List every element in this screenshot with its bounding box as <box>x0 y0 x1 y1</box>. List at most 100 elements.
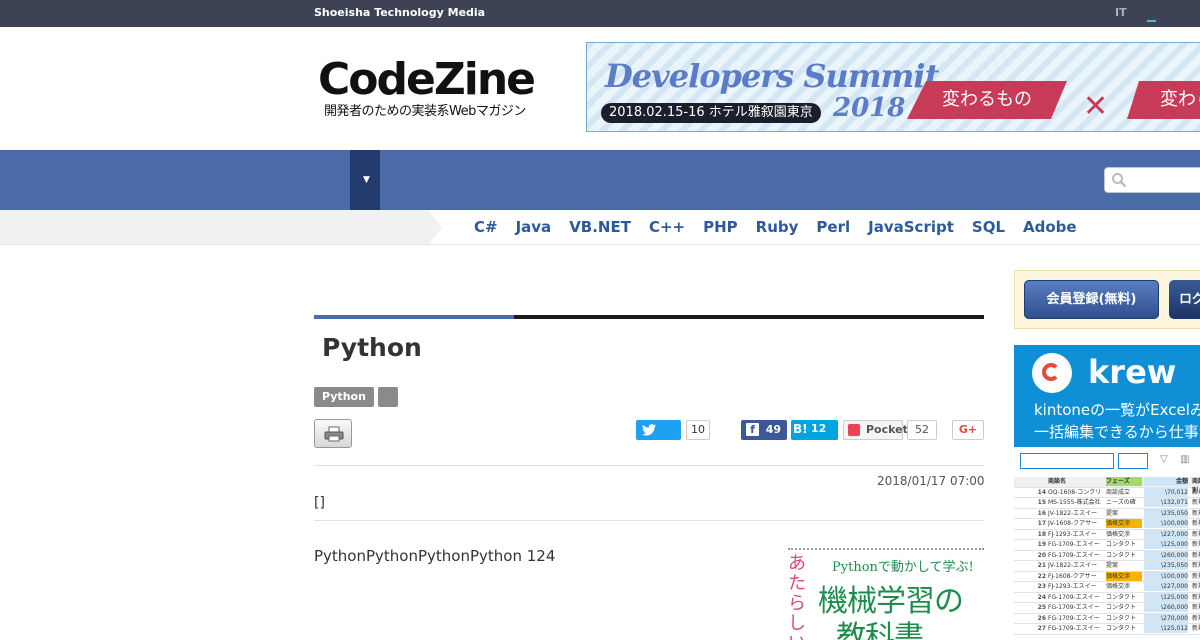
sheet-cell: 26 <box>1037 614 1046 622</box>
banner-year: 2018 <box>833 93 906 123</box>
lang-link-java[interactable]: Java <box>516 218 552 236</box>
sheet-cell: 価格交渉 <box>1106 571 1142 581</box>
sheet-cell: 新規 <box>1192 520 1200 527</box>
logo-wordmark: CodeZine <box>318 54 536 105</box>
krew-ad[interactable]: krew kintoneの一覧がExcelみたいに 一括編集できるから仕事が ▽… <box>1014 345 1200 635</box>
sheet-cell: 商談成立 <box>1106 488 1131 496</box>
sheet-cell: \235,050 <box>1144 508 1188 518</box>
facebook-share-button[interactable]: f 49 <box>741 420 787 440</box>
sheet-cell: 商談名 <box>1048 478 1067 485</box>
krew-brand: krew <box>1088 353 1177 391</box>
lang-link-perl[interactable]: Perl <box>816 218 850 236</box>
pocket-icon <box>848 424 860 436</box>
network-brand-link[interactable]: Shoeisha Technology Media <box>314 6 485 19</box>
sheet-cell: 新規 <box>1192 488 1200 496</box>
sheet-row: 14OQ-1608-コンクリ商談成立 \70,012 新規 <box>1014 487 1200 498</box>
sheet-cell: 新規 <box>1192 562 1200 569</box>
print-button[interactable] <box>314 419 352 448</box>
sheet-cell: FG-1709-エスイー <box>1048 604 1100 611</box>
tag-python[interactable]: Python <box>314 387 374 407</box>
tag-secondary[interactable] <box>378 387 398 407</box>
ad-copy-line1: kintoneの一覧がExcelみたいに <box>1034 401 1200 419</box>
sheet-cell: 25 <box>1037 604 1046 611</box>
banner-date: 2018.02.15-16 ホテル雅叙園東京 <box>601 103 821 123</box>
sheet-cell: 新規 <box>1192 593 1200 601</box>
sheet-cell: \100,000 <box>1144 571 1188 581</box>
pocket-button[interactable]: Pocket <box>843 420 908 440</box>
lang-link-sql[interactable]: SQL <box>972 218 1005 236</box>
sheet-cell: \125,000 <box>1144 540 1188 549</box>
sheet-cell: 18 <box>1037 530 1046 538</box>
lang-link-csharp[interactable]: C# <box>474 218 498 236</box>
sheet-cell: 新規 <box>1192 614 1200 622</box>
login-button[interactable]: ログ <box>1169 280 1200 319</box>
sheet-cell: \227,000 <box>1144 529 1188 539</box>
twitter-icon <box>642 424 656 436</box>
sheet-cell: 新規 <box>1192 541 1200 548</box>
site-logo[interactable]: CodeZine 開発者のための実装系Webマガジン <box>318 54 548 120</box>
it-link[interactable]: IT <box>1115 6 1127 19</box>
banner-tag-changing: 変わるもの <box>907 81 1067 119</box>
sheet-cell: 19 <box>1037 541 1046 548</box>
indicator-line <box>1147 20 1156 22</box>
sheet-cell: 新規 <box>1192 551 1200 559</box>
language-bar-left <box>0 210 442 244</box>
banner-title: Developers Summit <box>605 57 939 95</box>
main-nav: ▼ <box>0 150 1200 210</box>
hatena-count: 12 <box>811 422 827 435</box>
sheet-cell: JV-1608-クアサー <box>1048 520 1098 527</box>
sheet-cell: コンタクト <box>1106 625 1137 632</box>
hatena-bookmark-button[interactable]: B! 12 <box>791 420 838 440</box>
sheet-cell: FJ-1293-エスイー <box>1048 530 1097 538</box>
sheet-cell: \227,000 <box>1144 582 1188 591</box>
facebook-share-count: 49 <box>765 423 781 436</box>
sheet-cell: \125,012 <box>1144 624 1188 633</box>
google-plus-button[interactable]: G+ <box>952 420 984 440</box>
publish-date: 2018/01/17 07:00 <box>877 474 985 488</box>
register-button[interactable]: 会員登録(無料) <box>1024 280 1159 319</box>
author-brackets: [] <box>314 495 325 511</box>
lang-link-vbnet[interactable]: VB.NET <box>569 218 631 236</box>
top-bar: Shoeisha Technology Media IT <box>0 0 1200 27</box>
book-cover-image[interactable]: あたらしい Pythonで動かして学ぶ! 機械学習の 教科書 <box>788 548 984 640</box>
lang-link-adobe[interactable]: Adobe <box>1023 218 1077 236</box>
twitter-share-button[interactable] <box>636 420 681 440</box>
sheet-row: 19FG-1709-エスイーコンタクト \125,000 新規 <box>1014 540 1200 551</box>
sheet-cell: FJ-1293-エスイー <box>1048 583 1097 590</box>
sheet-cell: コンタクト <box>1106 551 1137 559</box>
title-rule-accent <box>314 315 514 319</box>
sheet-cell: JV-1822-エスイー <box>1048 562 1098 569</box>
event-banner-ad[interactable]: Developers Summit 2018 2018.02.15-16 ホテル… <box>586 42 1200 132</box>
view-select <box>1020 453 1114 469</box>
sheet-cell: \235,050 <box>1144 561 1188 570</box>
twitter-share-count: 10 <box>686 420 710 440</box>
sheet-cell: FG-1709-エスイー <box>1048 625 1100 632</box>
chevron-down-icon: ▼ <box>363 175 370 185</box>
sheet-cell: 17 <box>1037 520 1046 527</box>
sheet-row: 17JV-1608-クアサー 価格交渉\100,000 新規 <box>1014 519 1200 530</box>
sheet-cell: 20 <box>1037 551 1046 559</box>
sheet-cell: OQ-1608-コンクリ <box>1048 488 1102 496</box>
sheet-row: 20FG-1709-エスイーコンタクト \260,000 新規 <box>1014 550 1200 561</box>
logo-tagline: 開発者のための実装系Webマガジン <box>324 104 526 119</box>
sheet-cell: \132,071 <box>1144 498 1188 507</box>
sheet-row: 15MS-1555-株式会社ニーズの確 \132,071 新規 <box>1014 498 1200 509</box>
nav-dropdown-toggle[interactable]: ▼ <box>350 150 380 210</box>
sheet-cell: 27 <box>1037 625 1046 632</box>
lang-link-php[interactable]: PHP <box>703 218 738 236</box>
sheet-rows: 商談名フェーズ金額商談種別14OQ-1608-コンクリ商談成立\70,012新規… <box>1014 477 1200 635</box>
sheet-cell: 新規 <box>1192 583 1200 590</box>
lang-link-ruby[interactable]: Ruby <box>756 218 799 236</box>
sheet-cell: FG-1709-エスイー <box>1048 614 1100 622</box>
sheet-cell: 新規 <box>1192 604 1200 611</box>
divider <box>314 520 984 521</box>
lang-link-javascript[interactable]: JavaScript <box>868 218 954 236</box>
lang-link-cpp[interactable]: C++ <box>649 218 685 236</box>
cross-icon: ✕ <box>1083 89 1109 124</box>
printer-icon <box>324 426 344 442</box>
sheet-row: 21JV-1822-エスイー 提案 \235,050 新規 <box>1014 561 1200 572</box>
search-input[interactable] <box>1104 167 1200 193</box>
sheet-cell: 新規 <box>1192 625 1200 632</box>
book-title-2: 教科書 <box>836 620 924 640</box>
sheet-cell: 価格交渉 <box>1106 519 1142 528</box>
